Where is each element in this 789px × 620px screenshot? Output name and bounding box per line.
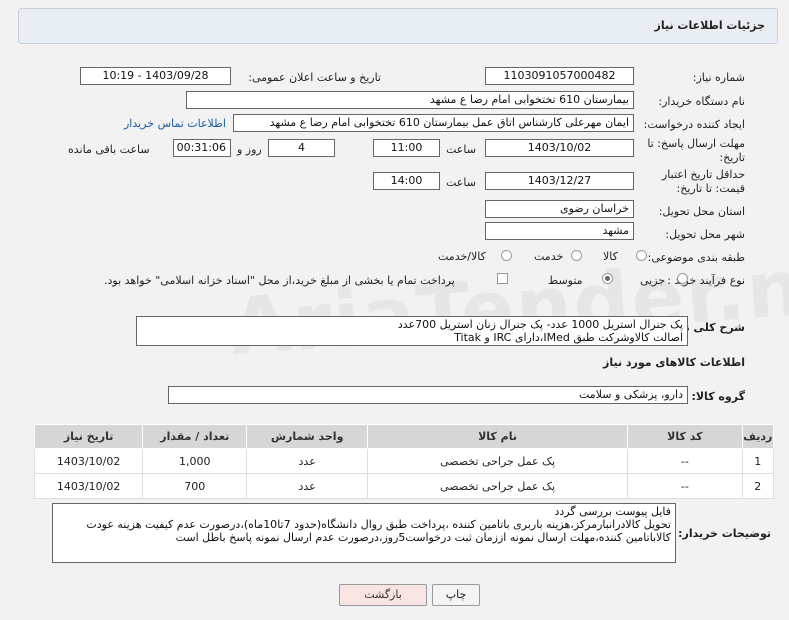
category-goods-radio[interactable] bbox=[636, 250, 647, 261]
treasury-checkbox[interactable] bbox=[497, 273, 508, 284]
price-valid-label: حداقل تاریخ اعتبار قیمت: تا تاریخ: bbox=[661, 168, 745, 195]
buyer-org-label: نام دستگاه خریدار: bbox=[658, 95, 745, 108]
days-label: روز و bbox=[237, 143, 262, 156]
category-label: طبقه بندی موضوعی: bbox=[647, 251, 745, 264]
buyer-org-field[interactable]: بیمارستان 610 تختخوابی امام رضا ع مشهد bbox=[186, 91, 634, 109]
price-valid-time-label: ساعت bbox=[446, 176, 476, 189]
province-label: استان محل تحویل: bbox=[658, 205, 745, 218]
process-medium-radio[interactable] bbox=[602, 273, 613, 284]
announce-label: تاریخ و ساعت اعلان عمومی: bbox=[248, 71, 381, 84]
cell-row: 1 bbox=[741, 448, 775, 474]
days-field[interactable]: 4 bbox=[268, 139, 335, 157]
table-row[interactable]: 1 -- پک عمل جراحی تخصصی عدد 1,000 1403/1… bbox=[33, 448, 775, 474]
deadline-label: مهلت ارسال پاسخ: تا تاریخ: bbox=[647, 137, 745, 164]
col-code: کد کالا bbox=[627, 424, 743, 449]
process-minor-radio[interactable] bbox=[677, 273, 688, 284]
price-valid-date-field[interactable]: 1403/12/27 bbox=[485, 172, 634, 190]
process-medium-label: متوسط bbox=[548, 274, 583, 287]
print-button[interactable]: چاپ bbox=[432, 584, 480, 606]
col-date: تاریخ نیاز bbox=[33, 424, 144, 449]
goods-info-title: اطلاعات کالاهای مورد نیاز bbox=[603, 356, 745, 369]
goods-table: ردیف کد کالا نام کالا واحد شمارش تعداد /… bbox=[33, 424, 775, 499]
category-service-radio[interactable] bbox=[571, 250, 582, 261]
province-field[interactable]: خراسان رضوی bbox=[485, 200, 634, 218]
col-row: ردیف bbox=[741, 424, 775, 449]
cell-code: -- bbox=[627, 473, 743, 499]
creator-field[interactable]: ایمان مهرعلی کارشناس اتاق عمل بیمارستان … bbox=[233, 114, 634, 132]
cell-code: -- bbox=[627, 448, 743, 474]
col-name: نام کالا bbox=[366, 424, 629, 449]
back-button[interactable]: بازگشت bbox=[339, 584, 427, 606]
announce-field[interactable]: 1403/09/28 - 10:19 bbox=[80, 67, 231, 85]
remaining-time-field[interactable]: 00:31:06 bbox=[173, 139, 231, 157]
cell-unit: عدد bbox=[246, 473, 368, 499]
need-number-field[interactable]: 1103091057000482 bbox=[485, 67, 634, 85]
cell-qty: 1,000 bbox=[142, 448, 248, 474]
deadline-time-field[interactable]: 11:00 bbox=[373, 139, 440, 157]
category-both-radio[interactable] bbox=[501, 250, 512, 261]
table-row[interactable]: 2 -- پک عمل جراحی تخصصی عدد 700 1403/10/… bbox=[33, 473, 775, 499]
cell-date: 1403/10/02 bbox=[33, 448, 144, 474]
col-unit: واحد شمارش bbox=[246, 424, 368, 449]
cell-name: پک عمل جراحی تخصصی bbox=[366, 448, 629, 474]
city-field[interactable]: مشهد bbox=[485, 222, 634, 240]
goods-group-label: گروه کالا: bbox=[691, 390, 745, 403]
deadline-date-field[interactable]: 1403/10/02 bbox=[485, 139, 634, 157]
deadline-time-label: ساعت bbox=[446, 143, 476, 156]
category-goods-label: کالا bbox=[603, 250, 618, 263]
page-header: جزئیات اطلاعات نیاز bbox=[18, 8, 778, 44]
summary-field[interactable]: پک جنرال استریل 1000 عدد- پک جنرال زنان … bbox=[136, 316, 688, 346]
buyer-notes-field[interactable]: فایل پیوست بررسی گردد تحویل کالادرانبارم… bbox=[52, 503, 676, 563]
cell-qty: 700 bbox=[142, 473, 248, 499]
payment-note: پرداخت تمام یا بخشی از مبلغ خرید،از محل … bbox=[104, 274, 455, 287]
cell-date: 1403/10/02 bbox=[33, 473, 144, 499]
category-service-label: خدمت bbox=[534, 250, 564, 263]
buyer-notes-label: توضیحات خریدار: bbox=[678, 527, 771, 540]
page-title: جزئیات اطلاعات نیاز bbox=[654, 19, 766, 32]
cell-unit: عدد bbox=[246, 448, 368, 474]
creator-label: ایجاد کننده درخواست: bbox=[643, 118, 745, 131]
category-both-label: کالا/خدمت bbox=[438, 250, 486, 263]
need-number-label: شماره نیاز: bbox=[692, 71, 745, 84]
contact-buyer-link[interactable]: اطلاعات تماس خریدار bbox=[124, 117, 226, 130]
remaining-label: ساعت باقی مانده bbox=[68, 143, 150, 156]
price-valid-time-field[interactable]: 14:00 bbox=[373, 172, 440, 190]
table-header-row: ردیف کد کالا نام کالا واحد شمارش تعداد /… bbox=[33, 424, 775, 449]
cell-name: پک عمل جراحی تخصصی bbox=[366, 473, 629, 499]
city-label: شهر محل تحویل: bbox=[665, 228, 745, 241]
col-qty: تعداد / مقدار bbox=[142, 424, 248, 449]
goods-group-field[interactable]: دارو، پزشکی و سلامت bbox=[168, 386, 688, 404]
cell-row: 2 bbox=[741, 473, 775, 499]
process-minor-label: جزیی bbox=[640, 274, 666, 287]
